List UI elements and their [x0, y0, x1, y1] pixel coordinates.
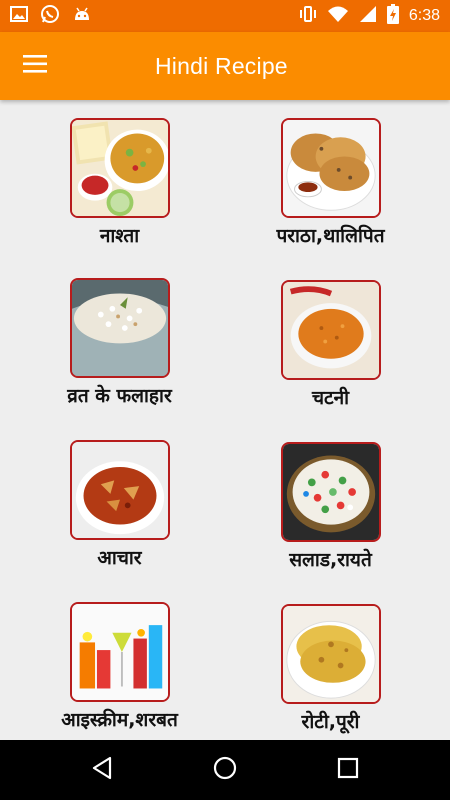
roti-image	[281, 604, 381, 704]
pickle-image	[70, 440, 170, 540]
wifi-icon	[327, 5, 349, 27]
category-tile-fasting[interactable]: व्रत के फलाहार	[7, 260, 232, 422]
category-label: नाश्ता	[99, 225, 140, 247]
app-bar: Hindi Recipe	[0, 32, 450, 100]
chutney-image	[281, 280, 381, 380]
category-tile-breakfast[interactable]: नाश्ता	[7, 100, 232, 262]
status-bar: 6:38	[0, 0, 450, 32]
recents-button[interactable]	[318, 740, 378, 800]
category-label: सलाड,रायते	[289, 549, 372, 571]
signal-icon	[359, 5, 377, 27]
vibrate-icon	[299, 5, 317, 27]
salad-image	[281, 442, 381, 542]
category-tile-chutney[interactable]: चटनी	[218, 262, 443, 424]
category-label: पराठा,थालिपित	[276, 225, 385, 247]
drinks-image	[70, 602, 170, 702]
android-icon	[72, 6, 92, 26]
category-tile-paratha[interactable]: पराठा,थालिपित	[218, 100, 443, 262]
app-title: Hindi Recipe	[155, 52, 288, 79]
category-label: चटनी	[311, 387, 350, 409]
status-time: 6:38	[408, 7, 440, 24]
category-tile-salad[interactable]: सलाड,रायते	[218, 424, 443, 586]
status-right-icons: 6:38	[299, 4, 440, 28]
back-button[interactable]	[72, 740, 132, 800]
category-label: रोटी,पूरी	[301, 711, 360, 733]
home-icon	[213, 756, 237, 784]
category-label: व्रत के फलाहार	[67, 385, 172, 407]
category-label: आचार	[97, 547, 142, 569]
category-tile-drinks[interactable]: आइस्क्रीम,शरबत	[7, 584, 232, 740]
breakfast-image	[70, 118, 170, 218]
home-button[interactable]	[195, 740, 255, 800]
recents-icon	[337, 757, 359, 783]
battery-charging-icon	[386, 4, 399, 28]
category-tile-roti[interactable]: रोटी,पूरी	[218, 586, 443, 740]
hamburger-menu-button[interactable]	[0, 32, 70, 100]
category-grid: नाश्ता पराठा,थालिपित व्रत के फलाहार चटनी…	[0, 100, 450, 740]
paratha-image	[281, 118, 381, 218]
image-icon	[10, 6, 28, 26]
system-nav-bar	[0, 740, 450, 800]
fasting-food-image	[70, 278, 170, 378]
back-icon	[91, 756, 113, 784]
category-label: आइस्क्रीम,शरबत	[61, 709, 178, 731]
category-tile-pickle[interactable]: आचार	[7, 422, 232, 584]
hamburger-menu-icon	[23, 55, 47, 77]
whatsapp-icon	[40, 4, 60, 28]
status-left-icons	[10, 4, 92, 28]
